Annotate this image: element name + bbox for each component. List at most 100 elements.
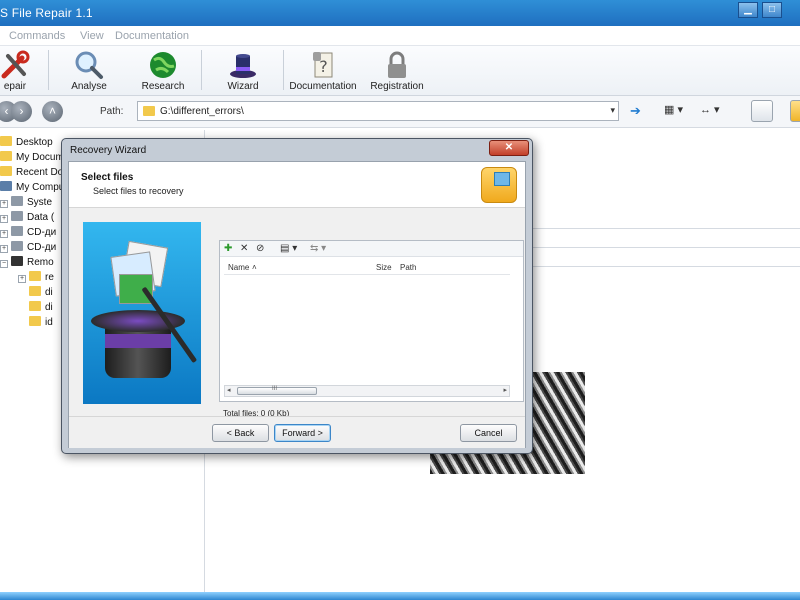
main-toolbar: epair Analyse Research Wizard ? Document… [0, 46, 800, 96]
close-icon: ✕ [504, 142, 514, 153]
folder-icon [29, 271, 41, 281]
drive-icon [11, 196, 23, 206]
tree-item-removable-drive[interactable]: − Remo [0, 256, 54, 270]
toolbar-separator [201, 50, 202, 90]
repair-label: epair [3, 81, 27, 92]
path-input[interactable]: G:\different_errors\ ▾ [137, 101, 619, 121]
file-list-header: Name ˄ Size Path [224, 261, 510, 275]
tree-item-cd-drive-1[interactable]: + CD-ди [0, 226, 56, 240]
documentation-label: Documentation [289, 81, 357, 92]
arrow-left-icon: ‹ [4, 104, 9, 118]
computer-icon [0, 181, 12, 191]
dialog-heading: Select files [81, 172, 134, 183]
help-document-icon: ? [313, 52, 333, 78]
column-path[interactable]: Path [400, 263, 416, 272]
folder-icon [29, 301, 41, 311]
forward-button[interactable]: Forward > [274, 424, 331, 442]
cd-drive-icon [11, 226, 23, 236]
expand-icon[interactable]: + [0, 230, 8, 238]
cancel-button[interactable]: Cancel [460, 424, 517, 442]
tree-item-desktop[interactable]: Desktop [0, 136, 53, 150]
scroll-right-icon[interactable]: ▸ [503, 386, 507, 394]
sort-icon[interactable]: ↔ ▾ [700, 103, 720, 116]
tree-item-system-drive[interactable]: + Syste [0, 196, 52, 210]
expand-icon[interactable]: + [0, 215, 8, 223]
dialog-subheading: Select files to recovery [93, 186, 184, 196]
magnifier-icon [75, 51, 103, 79]
folder-icon [0, 166, 12, 176]
globe-icon [150, 52, 176, 78]
recovery-wizard-dialog: Recovery Wizard ✕ Select files Select fi… [61, 138, 533, 454]
column-name[interactable]: Name [228, 263, 249, 272]
path-bar: ‹ › ˄ Path: G:\different_errors\ ▾ ➔ ▦ ▾… [0, 96, 800, 128]
analyse-button[interactable]: Analyse [66, 48, 112, 94]
column-size[interactable]: Size [376, 263, 392, 272]
cd-drive-icon [11, 241, 23, 251]
preview-button[interactable] [751, 100, 773, 122]
files-folder-icon [481, 167, 517, 203]
tree-item-my-documents[interactable]: My Docum [0, 151, 64, 165]
folder-button[interactable] [790, 100, 800, 122]
file-list-toolbar: ✚ ✕ ⊘ ▤ ▾ ⇆ ▾ [220, 241, 523, 257]
back-button[interactable]: < Back [212, 424, 269, 442]
expand-icon[interactable]: + [0, 200, 8, 208]
wizard-illustration [83, 222, 201, 404]
drive-icon [11, 211, 23, 221]
sort-indicator-icon: ˄ [252, 263, 257, 272]
menu-documentation[interactable]: Documentation [115, 30, 189, 42]
wizard-button[interactable]: Wizard [222, 48, 264, 94]
up-nav-button[interactable]: ˄ [42, 101, 63, 122]
tree-item-recent-documents[interactable]: Recent Do [0, 166, 63, 180]
close-button[interactable]: ✕ [489, 140, 529, 156]
view-mode-icon[interactable]: ▦ ▾ [664, 103, 683, 116]
tree-item-subfolder[interactable]: di [29, 301, 53, 315]
dialog-title: Recovery Wizard [70, 145, 147, 156]
registration-label: Registration [370, 81, 424, 92]
expand-icon[interactable]: + [18, 275, 26, 283]
tree-item-subfolder[interactable]: + re [18, 271, 54, 285]
menu-commands[interactable]: Commands [9, 30, 65, 42]
scroll-thumb[interactable]: III [237, 386, 317, 395]
sort-options-icon[interactable]: ⇆ ▾ [310, 243, 326, 254]
folder-icon [29, 286, 41, 296]
view-options-icon[interactable]: ▤ ▾ [280, 243, 297, 254]
research-button[interactable]: Research [138, 48, 188, 94]
window-title: S File Repair 1.1 [0, 6, 93, 20]
dialog-header: Select files Select files to recovery [69, 162, 525, 208]
arrow-right-icon: › [19, 104, 24, 118]
title-bar: S File Repair 1.1 ▁ □ [0, 0, 800, 26]
padlock-icon [388, 51, 406, 78]
documentation-button[interactable]: ? Documentation [289, 48, 357, 94]
registration-button[interactable]: Registration [367, 48, 427, 94]
toolbar-separator [283, 50, 284, 90]
tree-item-my-computer[interactable]: My Compu [0, 181, 64, 195]
go-arrow-icon[interactable]: ➔ [630, 103, 641, 119]
path-label: Path: [100, 106, 124, 117]
taskbar-strip [0, 592, 800, 600]
toolbar-separator [48, 50, 49, 90]
remove-file-icon[interactable]: ✕ [240, 243, 248, 254]
tree-item-data-drive[interactable]: + Data ( [0, 211, 54, 225]
forward-nav-button[interactable]: › [11, 101, 32, 122]
wizard-label: Wizard [227, 81, 259, 92]
tree-item-subfolder[interactable]: id [29, 316, 53, 330]
repair-button[interactable]: epair [0, 48, 30, 94]
collapse-icon[interactable]: − [0, 260, 8, 268]
removable-drive-icon [11, 256, 23, 266]
chevron-down-icon[interactable]: ▾ [610, 105, 615, 116]
horizontal-scrollbar[interactable]: ◂ III ▸ [224, 385, 510, 397]
folder-icon [143, 106, 155, 116]
clear-list-icon[interactable]: ⊘ [256, 243, 264, 254]
maximize-button[interactable]: □ [762, 2, 782, 18]
minimize-button[interactable]: ▁ [738, 2, 758, 18]
menu-view[interactable]: View [80, 30, 104, 42]
expand-icon[interactable]: + [0, 245, 8, 253]
tree-item-cd-drive-2[interactable]: + CD-ди [0, 241, 56, 255]
add-file-icon[interactable]: ✚ [224, 243, 232, 254]
scroll-left-icon[interactable]: ◂ [227, 386, 231, 394]
tree-item-subfolder[interactable]: di [29, 286, 53, 300]
menu-bar: Commands View Documentation [0, 26, 800, 46]
path-value: G:\different_errors\ [160, 106, 244, 117]
dialog-body: Select files Select files to recovery ✚ … [68, 161, 526, 448]
file-list-panel: ✚ ✕ ⊘ ▤ ▾ ⇆ ▾ Name ˄ Size Path ◂ III ▸ [219, 240, 524, 402]
